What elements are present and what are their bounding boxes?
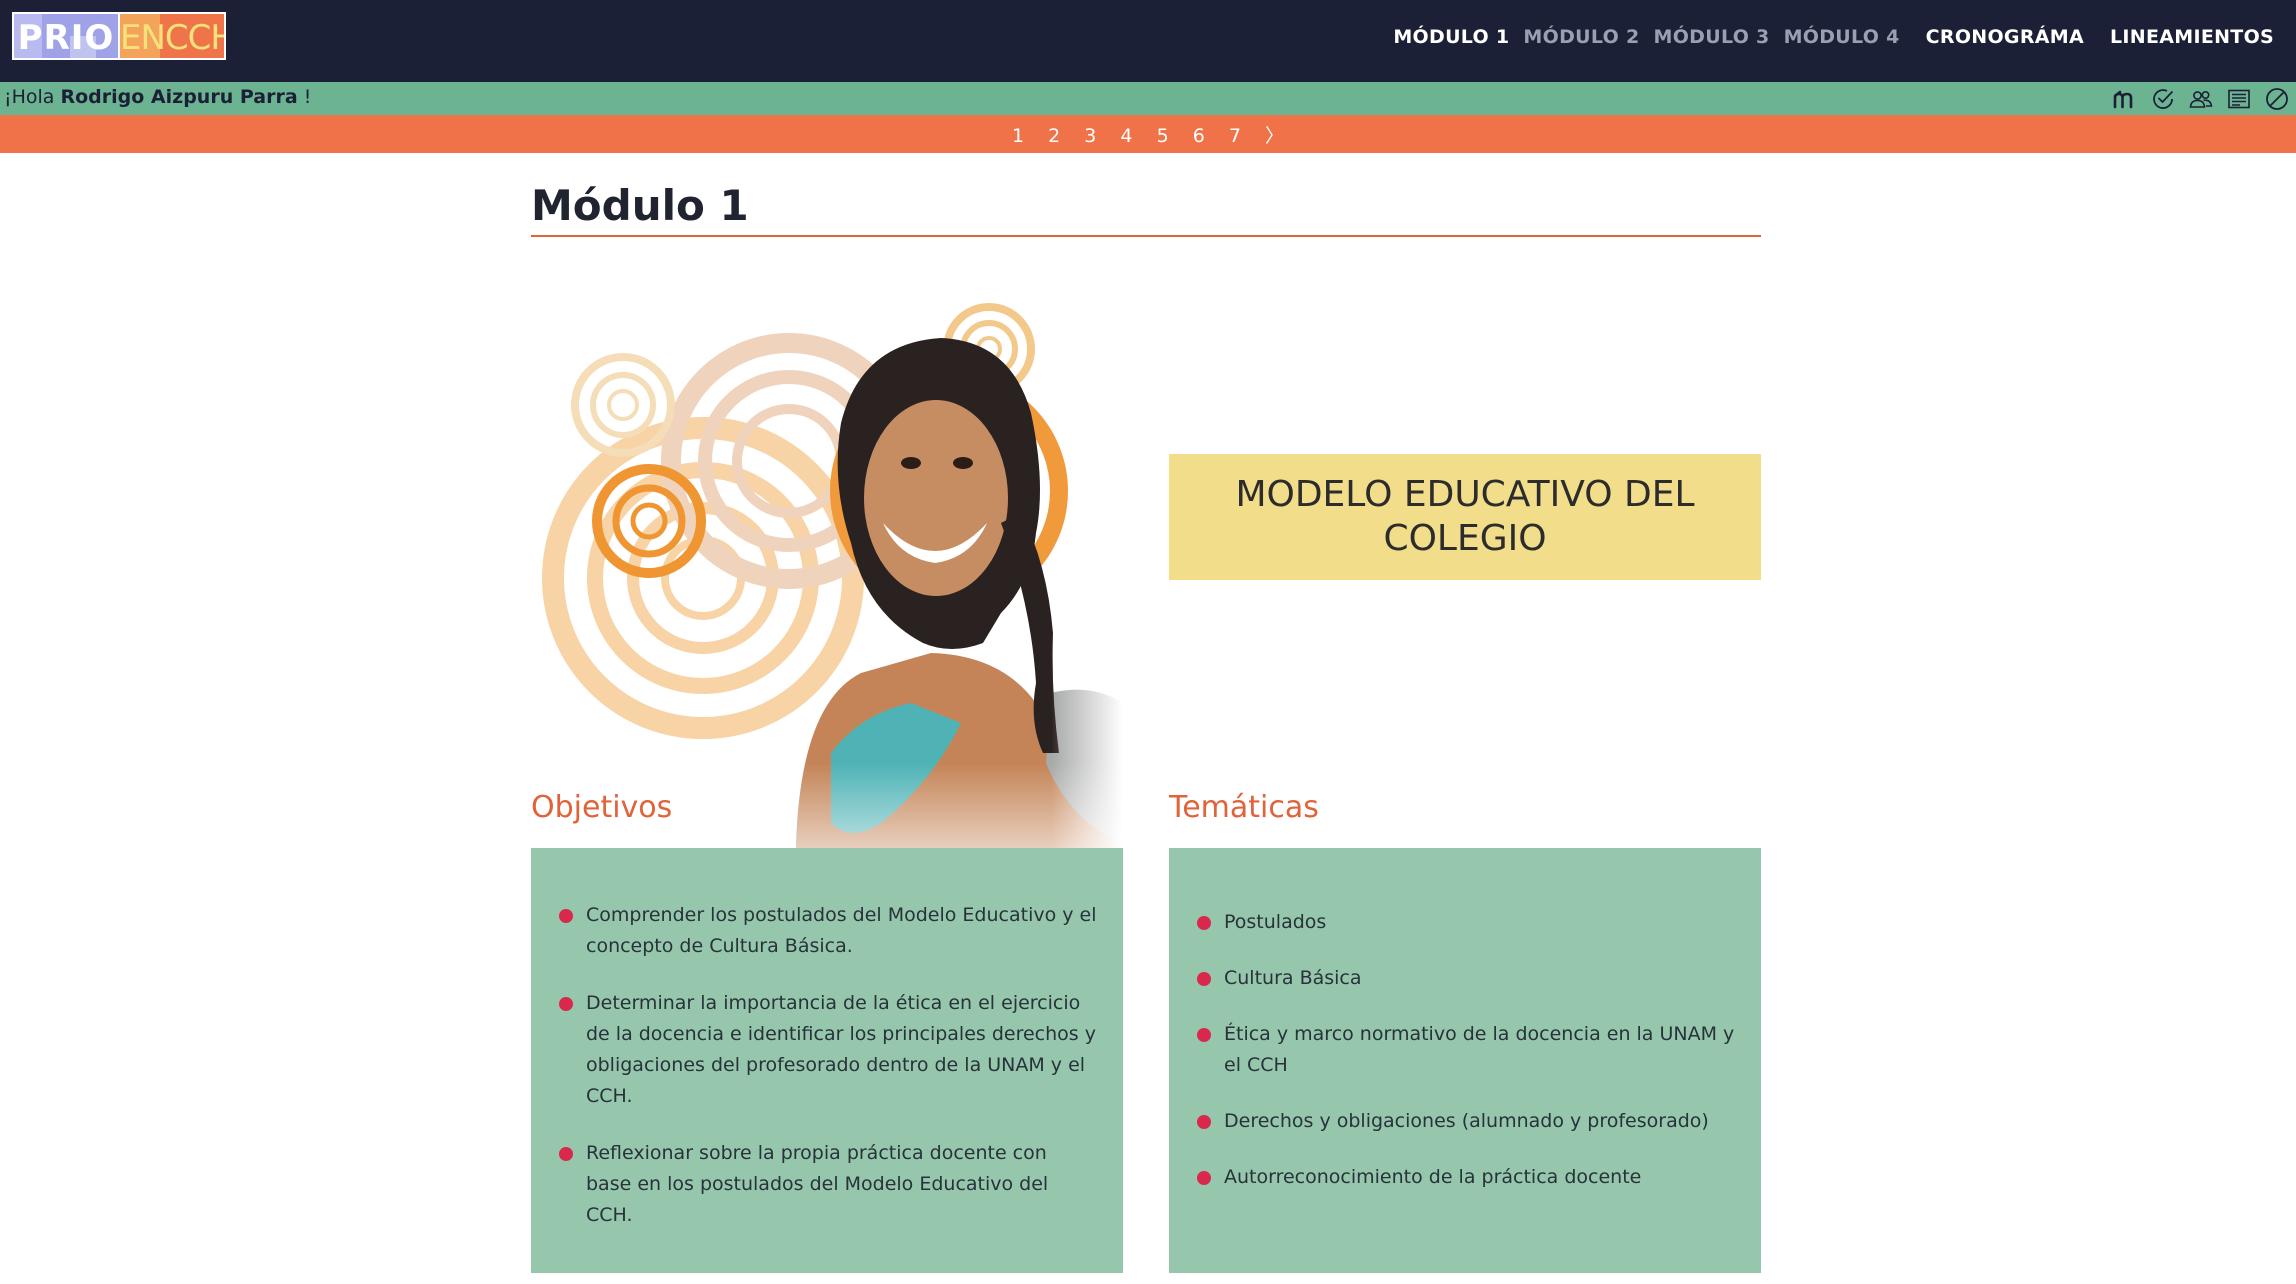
users-icon[interactable] bbox=[2188, 86, 2214, 112]
site-logo[interactable]: PRIO ENCCH bbox=[12, 12, 226, 60]
tematicas-heading: Temáticas bbox=[1169, 790, 1319, 825]
list-item: Comprender los postulados del Modelo Edu… bbox=[559, 900, 1097, 962]
bullet-dot bbox=[559, 997, 573, 1011]
list-item: Cultura Básica bbox=[1197, 963, 1735, 994]
page-link-2[interactable]: 2 bbox=[1048, 125, 1060, 147]
tematica-text-3: Ética y marco normativo de la docencia e… bbox=[1224, 1023, 1735, 1076]
nav-modulo-2[interactable]: MÓDULO 2 bbox=[1523, 26, 1639, 48]
module-banner: MODELO EDUCATIVO DEL COLEGIO bbox=[1169, 454, 1761, 580]
bullet-dot bbox=[1197, 916, 1211, 930]
module-content: Módulo 1 MODELO EDUCATIVO DEL COLEGIO Ob… bbox=[531, 153, 1761, 1273]
tematicas-panel: Postulados Cultura Básica Ética y marco … bbox=[1169, 848, 1761, 1273]
logo-encch-text: ENCCH bbox=[120, 18, 226, 58]
list-item: Autorreconocimiento de la práctica docen… bbox=[1197, 1162, 1735, 1193]
list-item: Derechos y obligaciones (alumnado y prof… bbox=[1197, 1106, 1735, 1137]
objetivo-text-3: Reflexionar sobre la propia práctica doc… bbox=[586, 1142, 1049, 1226]
objetivos-list: Comprender los postulados del Modelo Edu… bbox=[559, 900, 1097, 1231]
page-pager-bar: 1 2 3 4 5 6 7 〉 bbox=[0, 115, 2296, 153]
list-item: Ética y marco normativo de la docencia e… bbox=[1197, 1019, 1735, 1081]
objetivos-panel: Comprender los postulados del Modelo Edu… bbox=[531, 848, 1123, 1273]
bullet-dot bbox=[1197, 1171, 1211, 1185]
moodle-icon[interactable] bbox=[2112, 86, 2138, 112]
check-circle-icon[interactable] bbox=[2150, 86, 2176, 112]
page-link-3[interactable]: 3 bbox=[1084, 125, 1096, 147]
disabled-icon[interactable] bbox=[2264, 86, 2290, 112]
module-banner-text: MODELO EDUCATIVO DEL COLEGIO bbox=[1235, 474, 1695, 559]
main-nav: MÓDULO 1 MÓDULO 2 MÓDULO 3 MÓDULO 4 CRON… bbox=[1379, 0, 2274, 74]
title-divider bbox=[531, 235, 1761, 237]
logo-prio-block: PRIO bbox=[12, 12, 120, 60]
page-title: Módulo 1 bbox=[531, 181, 749, 230]
greeting-bar: ¡Hola Rodrigo Aizpuru Parra ! bbox=[0, 82, 2296, 115]
nav-modulo-1[interactable]: MÓDULO 1 bbox=[1393, 26, 1509, 48]
list-item: Reflexionar sobre la propia práctica doc… bbox=[559, 1138, 1097, 1231]
page-link-1[interactable]: 1 bbox=[1012, 125, 1024, 147]
logo-encch-block: ENCCH bbox=[120, 12, 226, 60]
page-link-6[interactable]: 6 bbox=[1193, 125, 1205, 147]
objetivo-text-2: Determinar la importancia de la ética en… bbox=[586, 992, 1096, 1107]
news-icon[interactable] bbox=[2226, 86, 2252, 112]
next-page-chevron-icon[interactable]: 〉 bbox=[1265, 121, 1284, 148]
tematica-text-1: Postulados bbox=[1224, 911, 1327, 933]
bullet-dot bbox=[559, 909, 573, 923]
nav-modulo-4[interactable]: MÓDULO 4 bbox=[1784, 26, 1900, 48]
page-link-7[interactable]: 7 bbox=[1229, 125, 1241, 147]
objetivos-heading: Objetivos bbox=[531, 790, 673, 825]
greeting: ¡Hola Rodrigo Aizpuru Parra ! bbox=[4, 86, 311, 108]
list-item: Postulados bbox=[1197, 907, 1735, 938]
user-name: Rodrigo Aizpuru Parra bbox=[60, 86, 298, 108]
logo-prio-text: PRIO bbox=[17, 18, 115, 58]
tematica-text-4: Derechos y obligaciones (alumnado y prof… bbox=[1224, 1110, 1709, 1132]
bullet-dot bbox=[559, 1147, 573, 1161]
page-link-4[interactable]: 4 bbox=[1120, 125, 1132, 147]
nav-modulo-3[interactable]: MÓDULO 3 bbox=[1654, 26, 1770, 48]
nav-lineamientos[interactable]: LINEAMIENTOS bbox=[2110, 26, 2274, 48]
pager: 1 2 3 4 5 6 7 〉 bbox=[0, 121, 2296, 148]
page-link-5[interactable]: 5 bbox=[1157, 125, 1169, 147]
bullet-dot bbox=[1197, 972, 1211, 986]
list-item: Determinar la importancia de la ética en… bbox=[559, 988, 1097, 1112]
objetivo-text-1: Comprender los postulados del Modelo Edu… bbox=[586, 904, 1097, 957]
greeting-suffix: ! bbox=[303, 86, 312, 108]
toolbar-icons bbox=[2100, 86, 2290, 112]
greeting-prefix: ¡Hola bbox=[4, 86, 55, 108]
tematicas-list: Postulados Cultura Básica Ética y marco … bbox=[1197, 907, 1735, 1193]
bullet-dot bbox=[1197, 1115, 1211, 1129]
nav-cronograma[interactable]: CRONOGRÁMA bbox=[1926, 26, 2084, 48]
top-navbar: PRIO ENCCH MÓDULO 1 MÓDULO 2 MÓDULO 3 MÓ… bbox=[0, 0, 2296, 82]
tematica-text-5: Autorreconocimiento de la práctica docen… bbox=[1224, 1166, 1642, 1188]
bullet-dot bbox=[1197, 1028, 1211, 1042]
tematica-text-2: Cultura Básica bbox=[1224, 967, 1362, 989]
